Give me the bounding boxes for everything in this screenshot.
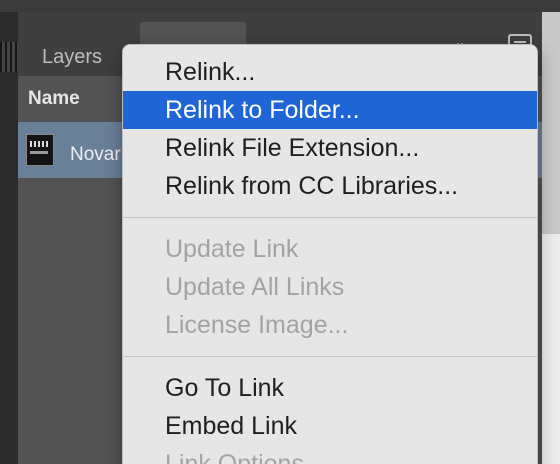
menu-item-relink-to-folder[interactable]: Relink to Folder... [123,91,537,129]
menu-item-embed-link[interactable]: Embed Link [123,407,537,445]
link-item-name: Novar [70,144,121,165]
menu-separator [123,356,537,357]
column-header-name[interactable]: Name [28,88,80,110]
menu-separator [123,217,537,218]
menu-item-relink-from-cc-libraries[interactable]: Relink from CC Libraries... [123,167,537,205]
right-edge-lower [542,234,560,464]
canvas-left-edge [0,12,18,464]
links-context-menu: Relink... Relink to Folder... Relink Fil… [122,44,538,464]
menu-item-update-link: Update Link [165,235,299,263]
app-top-strip [0,0,560,12]
menu-item-license-image: License Image... [165,311,349,339]
menu-item-go-to-link[interactable]: Go To Link [123,369,537,407]
screen: Layers Link » Name Novar Relink... Relin… [0,0,560,464]
menu-item-relink[interactable]: Relink... [123,53,537,91]
right-edge [542,12,560,464]
menu-item-update-all-links: Update All Links [165,273,345,301]
link-thumbnail [26,134,54,166]
menu-item-link-options: Link Options... [165,450,325,464]
ruler [0,42,18,72]
menu-item-relink-file-extension[interactable]: Relink File Extension... [123,129,537,167]
